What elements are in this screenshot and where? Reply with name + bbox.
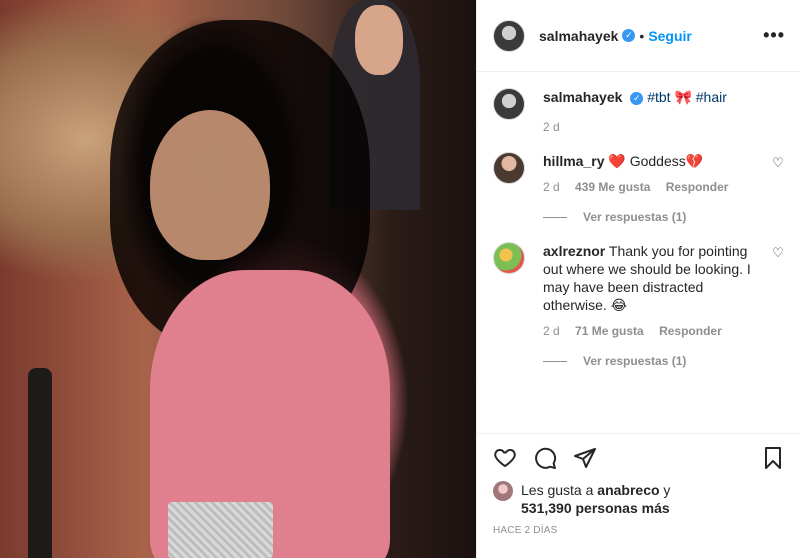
bookmark-icon[interactable] (761, 446, 785, 470)
action-bar (477, 433, 801, 481)
caption-time[interactable]: 2 d (543, 120, 560, 134)
comment-text: ❤️ Goddess💔 (608, 153, 704, 169)
comment-time[interactable]: 2 d (543, 180, 560, 194)
liker-username[interactable]: anabreco (597, 482, 659, 498)
comment-heart-icon[interactable]: ♡ (771, 246, 785, 260)
caption-username[interactable]: salmahayek (543, 89, 622, 105)
reply-button[interactable]: Responder (659, 324, 722, 338)
author-avatar[interactable] (493, 19, 525, 52)
commenter-avatar[interactable] (493, 152, 525, 184)
photo-background-face (355, 5, 403, 75)
comment-likes[interactable]: 71 Me gusta (575, 324, 644, 338)
caption-hashtag-tbt[interactable]: #tbt (647, 89, 670, 105)
reply-button[interactable]: Responder (666, 180, 729, 194)
post-timestamp[interactable]: HACE 2 DÍAS (477, 517, 801, 536)
photo-face (150, 110, 270, 260)
comments-list: salmahayek ✓ #tbt 🎀 #hair 2 d hillma_ry … (477, 72, 801, 433)
likes-conjunction: y (663, 482, 671, 498)
comment-item: axlreznor Thank you for pointing out whe… (493, 242, 785, 340)
commenter-avatar[interactable] (493, 242, 525, 274)
comment-time[interactable]: 2 d (543, 324, 560, 338)
post-panel: salmahayek ✓ • Seguir ••• salmahayek ✓ #… (476, 0, 801, 558)
follow-button[interactable]: Seguir (648, 28, 692, 44)
more-icon[interactable]: ••• (763, 25, 785, 46)
likes-count[interactable]: 531,390 personas más (521, 500, 670, 516)
separator-dot: • (639, 27, 645, 44)
bow-emoji: 🎀 (674, 89, 692, 105)
post-photo[interactable] (0, 0, 476, 558)
commenter-username[interactable]: axlreznor (543, 243, 605, 259)
photo-clutch (168, 502, 273, 558)
heart-icon[interactable] (493, 446, 517, 470)
comment-heart-icon[interactable]: ♡ (771, 156, 785, 170)
view-replies-button[interactable]: Ver respuestas (1) (543, 354, 785, 368)
verified-icon: ✓ (622, 29, 636, 42)
likes-prefix: Les gusta a (521, 482, 594, 498)
instagram-post: salmahayek ✓ • Seguir ••• salmahayek ✓ #… (0, 0, 801, 558)
liker-avatar[interactable] (493, 481, 513, 501)
replies-divider (543, 216, 567, 218)
author-username[interactable]: salmahayek (539, 28, 618, 44)
view-replies-button[interactable]: Ver respuestas (1) (543, 210, 785, 224)
view-replies-label: Ver respuestas (1) (583, 210, 687, 224)
view-replies-label: Ver respuestas (1) (583, 354, 687, 368)
commenter-username[interactable]: hillma_ry (543, 153, 604, 169)
caption-hashtag-hair[interactable]: #hair (696, 89, 727, 105)
comment-likes[interactable]: 439 Me gusta (575, 180, 650, 194)
photo-stanchion (28, 368, 52, 558)
replies-divider (543, 360, 567, 362)
comment-icon[interactable] (533, 446, 557, 470)
caption-avatar[interactable] (493, 88, 525, 120)
post-header: salmahayek ✓ • Seguir ••• (477, 0, 801, 72)
likes-summary: Les gusta a anabreco y 531,390 personas … (477, 481, 801, 517)
share-icon[interactable] (573, 446, 597, 470)
verified-icon: ✓ (630, 91, 644, 105)
caption: salmahayek ✓ #tbt 🎀 #hair 2 d (493, 88, 785, 136)
comment-item: hillma_ry ❤️ Goddess💔 2 d 439 Me gusta R… (493, 152, 785, 196)
